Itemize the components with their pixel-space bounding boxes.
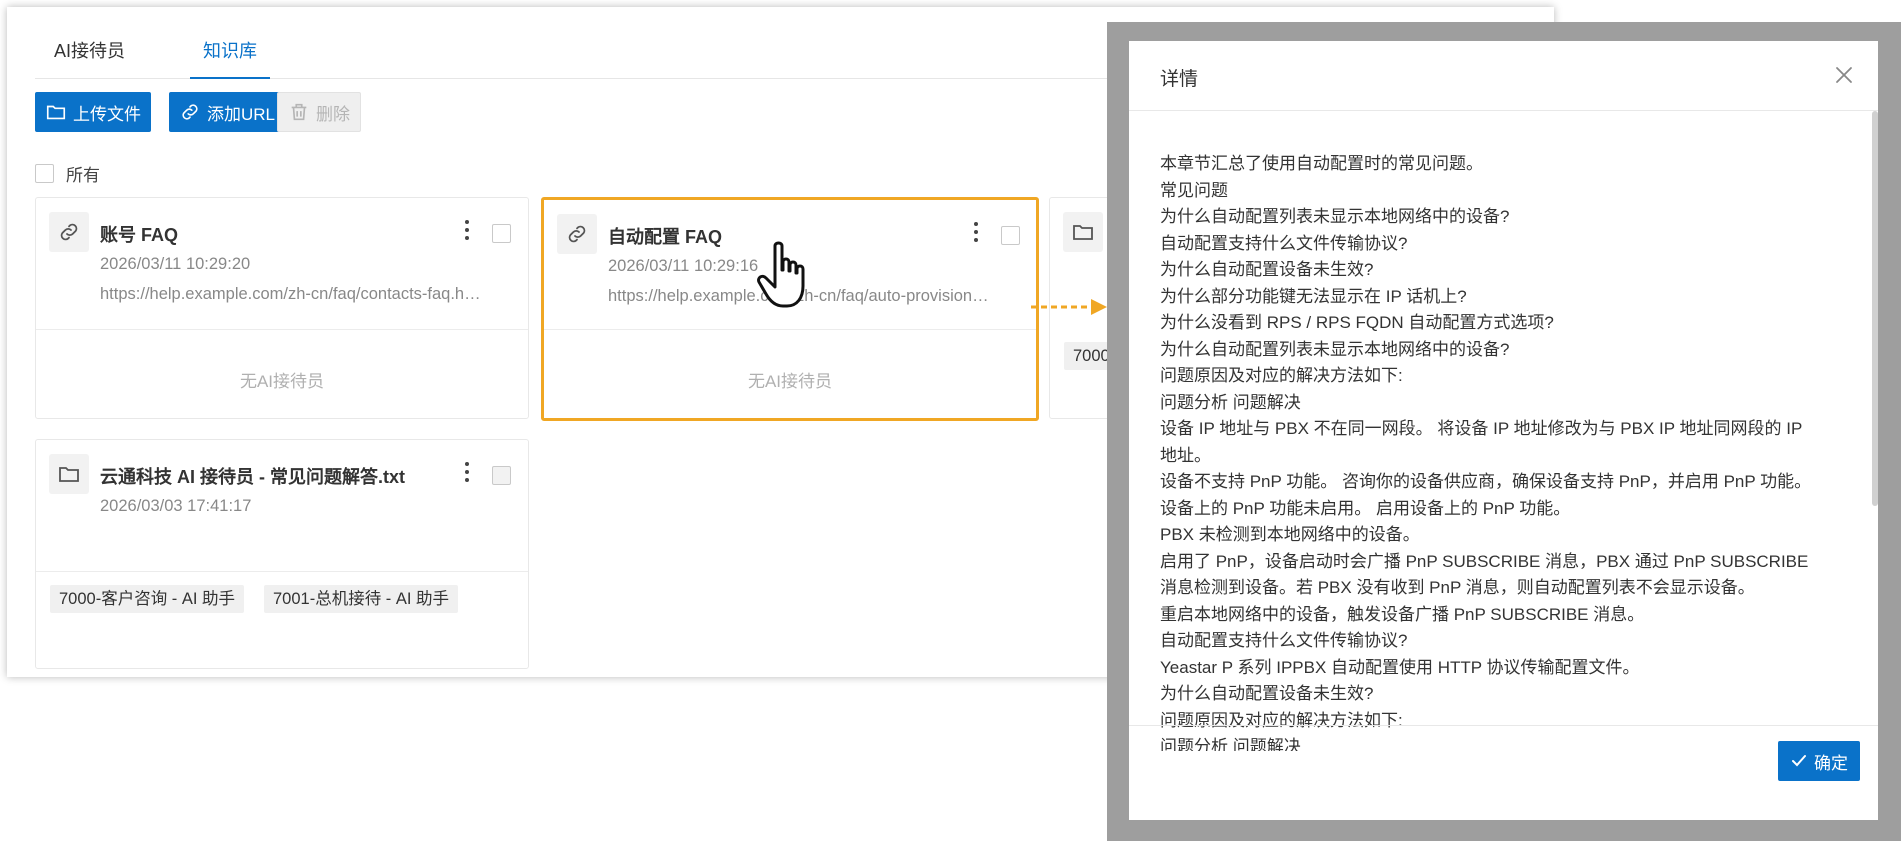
card-title: 账号 FAQ bbox=[100, 225, 179, 245]
detail-line: 为什么没看到 RPS / RPS FQDN 自动配置方式选项? bbox=[1160, 313, 1554, 332]
ai-receptionist-tag: 7000-客户咨询 - AI 助手 bbox=[50, 585, 245, 613]
card-checkbox[interactable] bbox=[1001, 226, 1020, 245]
folder-icon bbox=[59, 467, 79, 482]
card-divider bbox=[544, 329, 1036, 330]
card-checkbox[interactable] bbox=[492, 466, 511, 485]
card-divider bbox=[36, 329, 528, 330]
upload-file-button[interactable]: 上传文件 bbox=[35, 92, 151, 132]
link-icon bbox=[60, 223, 78, 241]
detail-line: 本章节汇总了使用自动配置时的常见问题。 bbox=[1160, 154, 1483, 173]
detail-line: 为什么自动配置设备未生效? bbox=[1160, 260, 1374, 279]
select-all-checkbox[interactable] bbox=[35, 164, 54, 183]
tab-ai-receptionist[interactable]: AI接待员 bbox=[54, 31, 134, 79]
dialog-content: 本章节汇总了使用自动配置时的常见问题。 常见问题为什么自动配置列表未显示本地网络中… bbox=[1160, 151, 1845, 751]
link-icon bbox=[182, 104, 198, 120]
tab-knowledge-base[interactable]: 知识库 bbox=[190, 31, 270, 79]
card-checkbox[interactable] bbox=[492, 224, 511, 243]
detail-line: 为什么部分功能键无法显示在 IP 话机上? bbox=[1160, 286, 1467, 306]
card-divider bbox=[36, 571, 528, 572]
select-all: 所有 bbox=[35, 161, 100, 186]
detail-line: 设备上的 PnP 功能未启用。 启用设备上的 PnP 功能。 bbox=[1160, 498, 1571, 518]
select-all-label: 所有 bbox=[66, 166, 100, 185]
card-title: 自动配置 FAQ bbox=[608, 227, 723, 247]
trash-icon bbox=[291, 103, 307, 121]
no-ai-receptionist-label: 无AI接待员 bbox=[239, 372, 325, 391]
more-options-icon[interactable] bbox=[969, 220, 983, 244]
detail-line: 重启本地网络中的设备，触发设备广播 PnP SUBSCRIBE 消息。 bbox=[1160, 604, 1645, 624]
details-dialog: 详情 本章节汇总了使用自动配置时的常见问题。 常见问题为什么自动配置列表未显示本地… bbox=[1129, 41, 1878, 820]
card-icon-wrap bbox=[49, 454, 89, 494]
detail-line: 自动配置支持什么文件传输协议? bbox=[1160, 233, 1408, 253]
more-options-icon[interactable] bbox=[460, 460, 474, 484]
close-icon[interactable] bbox=[1834, 65, 1854, 85]
detail-line: 启用了 PnP，设备启动时会广播 PnP SUBSCRIBE 消息，PBX 通过… bbox=[1160, 551, 1809, 571]
card-icon-wrap bbox=[557, 214, 597, 254]
add-url-button[interactable]: 添加URL bbox=[169, 92, 286, 132]
confirm-button[interactable]: 确定 bbox=[1778, 741, 1860, 781]
folder-icon bbox=[46, 105, 66, 120]
delete-label: 删除 bbox=[316, 104, 350, 124]
detail-line: 常见问题 bbox=[1160, 180, 1228, 200]
dialog-scrollbar[interactable] bbox=[1872, 111, 1878, 506]
card-icon-wrap bbox=[49, 212, 89, 252]
detail-line: 为什么自动配置设备未生效? bbox=[1160, 684, 1374, 703]
detail-line: 设备不支持 PnP 功能。 咨询你的设备供应商，确保设备支持 PnP，并启用 P… bbox=[1160, 472, 1812, 491]
detail-line: Yeastar P 系列 IPPBX 自动配置使用 HTTP 协议传输配置文件。 bbox=[1160, 657, 1640, 677]
arrow-right-icon bbox=[1031, 299, 1107, 315]
check-icon bbox=[1792, 755, 1806, 767]
knowledge-card-faq-txt[interactable]: 云通科技 AI 接待员 - 常见问题解答.txt 2026/03/03 17:4… bbox=[35, 439, 529, 669]
detail-line: 设备 IP 地址与 PBX 不在同一网段。 将设备 IP 地址修改为与 PBX … bbox=[1160, 419, 1803, 438]
detail-line: 消息检测到设备。若 PBX 没有收到 PnP 消息，则自动配置列表不会显示设备。 bbox=[1160, 578, 1755, 597]
card-date: 2026/03/03 17:41:17 bbox=[100, 497, 252, 515]
link-icon bbox=[568, 225, 586, 243]
dialog-title: 详情 bbox=[1160, 69, 1199, 90]
detail-line: 为什么自动配置列表未显示本地网络中的设备? bbox=[1160, 339, 1510, 359]
detail-line: 地址。 bbox=[1160, 445, 1211, 465]
delete-button[interactable]: 删除 bbox=[277, 92, 361, 132]
detail-line: 问题原因及对应的解决方法如下: bbox=[1160, 366, 1403, 385]
card-title: 云通科技 AI 接待员 - 常见问题解答.txt bbox=[100, 467, 405, 487]
no-ai-receptionist-label: 无AI接待员 bbox=[747, 372, 833, 391]
dialog-footer: 确定 bbox=[1129, 725, 1878, 820]
confirm-label: 确定 bbox=[1814, 753, 1848, 773]
upload-file-label: 上传文件 bbox=[73, 104, 141, 124]
card-icon-wrap bbox=[1063, 212, 1103, 252]
hand-cursor-icon bbox=[757, 241, 805, 308]
card-date: 2026/03/11 10:29:20 bbox=[100, 255, 251, 273]
detail-line: PBX 未检测到本地网络中的设备。 bbox=[1160, 525, 1420, 544]
add-url-label: 添加URL bbox=[207, 104, 276, 124]
card-url: https://help.example.com/zh-cn/faq/auto-… bbox=[608, 287, 1023, 306]
detail-line: 问题分析 问题解决 bbox=[1160, 392, 1301, 412]
dialog-header: 详情 bbox=[1129, 41, 1878, 111]
detail-line: 为什么自动配置列表未显示本地网络中的设备? bbox=[1160, 207, 1510, 226]
card-url: https://help.example.com/zh-cn/faq/conta… bbox=[100, 285, 481, 303]
knowledge-card-account-faq[interactable]: 账号 FAQ 2026/03/11 10:29:20 https://help.… bbox=[35, 197, 529, 419]
detail-line: 自动配置支持什么文件传输协议? bbox=[1160, 631, 1408, 650]
folder-icon bbox=[1073, 225, 1093, 240]
more-options-icon[interactable] bbox=[460, 218, 474, 242]
card-date: 2026/03/11 10:29:16 bbox=[608, 257, 759, 275]
ai-receptionist-tag: 7001-总机接待 - AI 助手 bbox=[264, 585, 459, 613]
